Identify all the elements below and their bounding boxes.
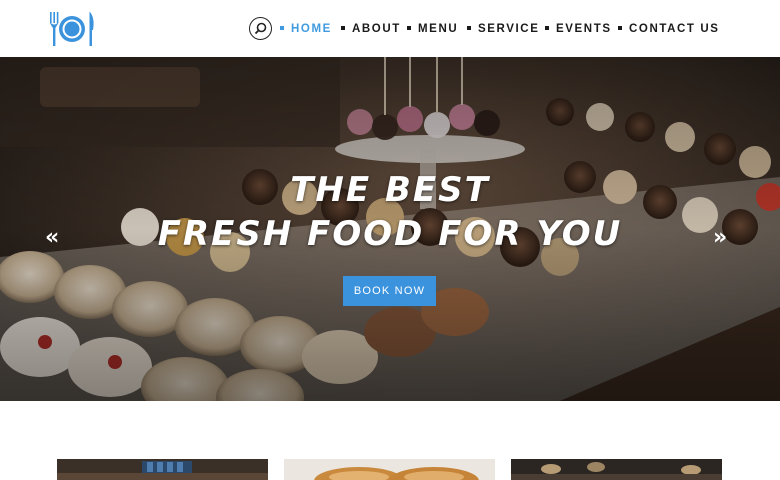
bullet-icon bbox=[341, 25, 345, 30]
feature-card-image-3[interactable] bbox=[511, 459, 722, 480]
main-nav: HOME ABOUT MENU SERVICE EVENTS CONTACT U… bbox=[0, 21, 780, 37]
nav-menu-label: MENU bbox=[418, 23, 459, 35]
nav-service[interactable]: SERVICE bbox=[467, 21, 539, 37]
nav-events-label: EVENTS bbox=[556, 23, 612, 35]
card-image-1 bbox=[57, 459, 268, 480]
feature-card-image-1[interactable] bbox=[57, 459, 268, 480]
site-header: HOME ABOUT MENU SERVICE EVENTS CONTACT U… bbox=[0, 0, 780, 57]
card-image-2 bbox=[284, 459, 495, 480]
nav-service-label: SERVICE bbox=[478, 23, 540, 35]
bullet-icon bbox=[407, 25, 411, 30]
bullet-icon bbox=[618, 25, 622, 30]
card-image-3 bbox=[511, 459, 722, 480]
hero-slider: « » THE BEST FRESH FOOD FOR YOU BOOK NOW bbox=[0, 57, 780, 401]
hero-title-line2: FRESH FOOD FOR YOU bbox=[157, 214, 623, 254]
nav-menu[interactable]: MENU bbox=[407, 21, 458, 37]
nav-about-label: ABOUT bbox=[352, 23, 401, 35]
nav-home[interactable]: HOME bbox=[280, 21, 332, 37]
hero-title-line1: THE BEST bbox=[290, 170, 490, 210]
nav-about[interactable]: ABOUT bbox=[341, 21, 401, 37]
nav-contact-us-label: CONTACT US bbox=[629, 23, 720, 35]
bullet-icon bbox=[545, 25, 549, 30]
nav-events[interactable]: EVENTS bbox=[545, 21, 612, 37]
feature-card-image-2[interactable] bbox=[284, 459, 495, 480]
bullet-icon bbox=[467, 25, 471, 30]
bullet-icon bbox=[280, 25, 284, 30]
book-now-button[interactable]: BOOK NOW bbox=[343, 276, 436, 306]
nav-home-label: HOME bbox=[291, 23, 332, 35]
nav-contact-us[interactable]: CONTACT US bbox=[618, 21, 720, 37]
